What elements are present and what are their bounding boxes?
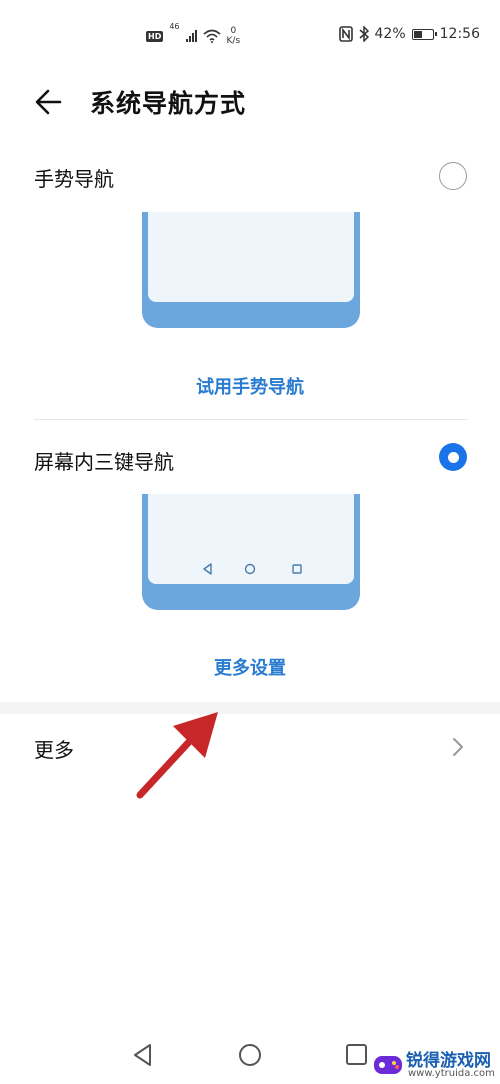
hd-badge: HD (146, 30, 164, 42)
back-button[interactable] (30, 82, 70, 122)
signal-icon (185, 30, 197, 42)
page-header: 系统导航方式 (0, 72, 500, 132)
gamepad-logo-icon (374, 1056, 402, 1074)
nav-home-button[interactable] (235, 1040, 265, 1070)
chevron-right-icon (453, 738, 463, 756)
nav-back-button[interactable] (128, 1040, 158, 1070)
bluetooth-icon (359, 26, 369, 42)
net-speed: 0 K/s (227, 26, 241, 46)
wifi-icon (203, 29, 221, 43)
section-separator (0, 702, 500, 714)
option-label: 手势导航 (34, 167, 114, 191)
watermark: 锐得游戏网 www.ytruida.com (372, 1044, 500, 1084)
watermark-url: www.ytruida.com (408, 1068, 495, 1079)
option-label: 屏幕内三键导航 (34, 450, 174, 474)
more-settings-link[interactable]: 更多设置 (0, 654, 500, 680)
net-speed-unit: K/s (226, 36, 241, 46)
nav-recents-button[interactable] (342, 1040, 372, 1070)
nfc-icon (338, 26, 353, 42)
radio-button-three-key[interactable] (439, 443, 467, 471)
page-title: 系统导航方式 (90, 89, 247, 118)
try-gesture-link[interactable]: 试用手势导航 (0, 373, 500, 399)
network-type: 46 (169, 22, 180, 31)
phone-illustration-three-key (142, 494, 360, 610)
more-row[interactable]: 更多 (0, 714, 500, 780)
radio-button-gesture[interactable] (439, 162, 467, 190)
phone-nav-keys-icon (203, 563, 302, 575)
phone-screen (148, 494, 354, 584)
status-bar: HD 46 0 K/s 42% 12:56 (0, 0, 500, 72)
status-right: 42% 12:56 (338, 26, 480, 42)
battery-percent: 42% (374, 26, 406, 42)
status-left: HD 46 0 K/s (146, 22, 240, 50)
phone-screen (148, 212, 354, 302)
phone-illustration-gesture (142, 212, 360, 328)
battery-icon (411, 28, 437, 40)
divider (34, 419, 468, 420)
back-arrow-icon (35, 89, 62, 115)
clock: 12:56 (439, 26, 480, 42)
net-speed-value: 0 (230, 26, 237, 36)
more-label: 更多 (34, 738, 74, 762)
